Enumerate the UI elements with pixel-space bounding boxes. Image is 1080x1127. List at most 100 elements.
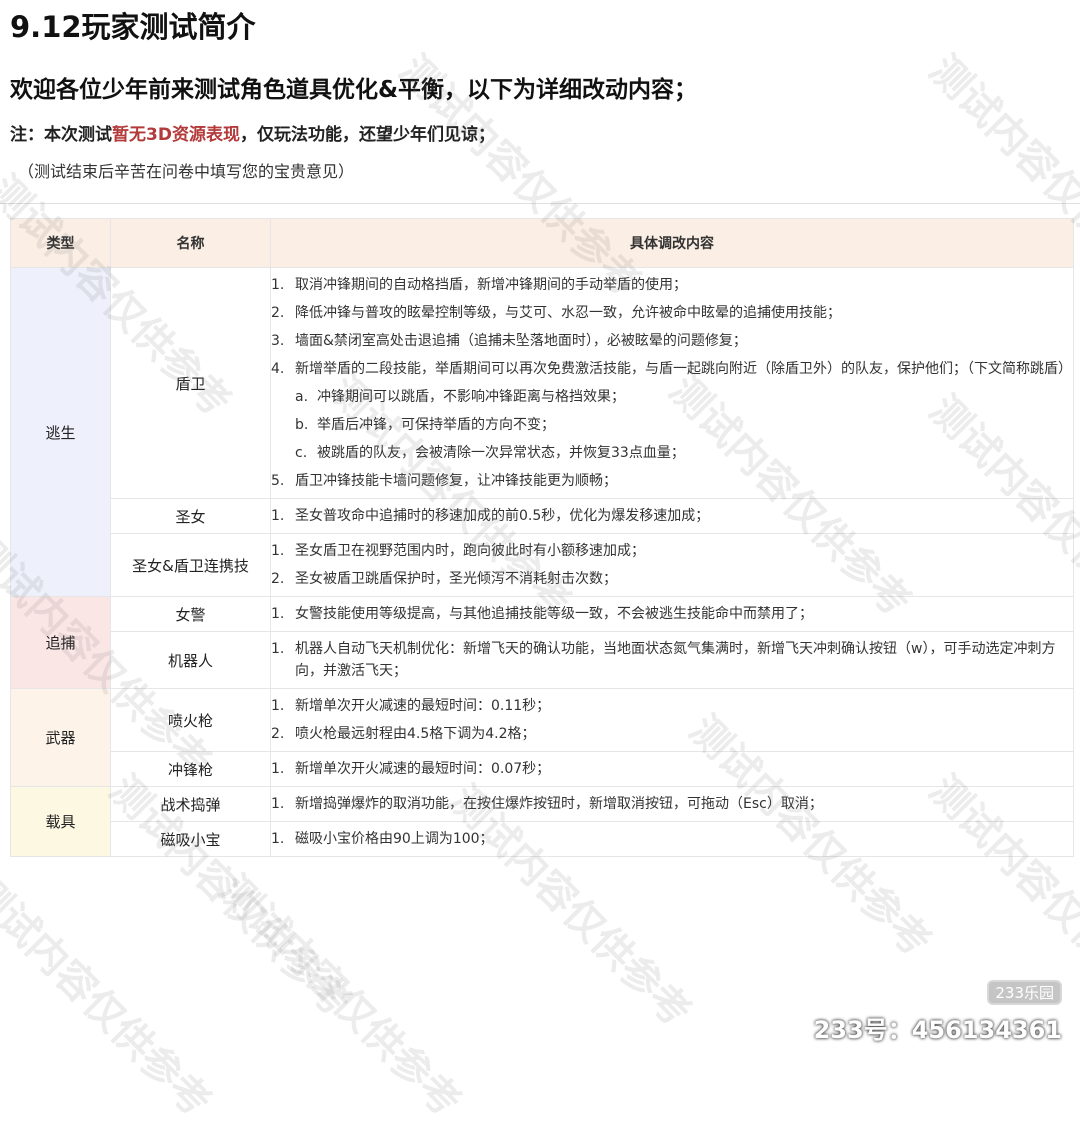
table-row: 圣女 1. 圣女普攻命中追捕时的移速加成的前0.5秒，优化为爆发移速加成；: [11, 498, 1074, 534]
detail-item: 2. 降低冲锋与普攻的眩晕控制等级，与艾可、水忍一致，允许被命中眩晕的追捕使用技能…: [271, 302, 1073, 324]
item-text: 举盾后冲锋，可保持举盾的方向不变；: [317, 417, 555, 433]
intro-heading: 欢迎各位少年前来测试角色道具优化&平衡，以下为详细改动内容；: [10, 77, 698, 103]
table-row: 机器人 1. 机器人自动飞天机制优化：新增飞天的确认功能，当地面状态氮气集满时，新增…: [11, 631, 1074, 689]
type-cell: 追捕: [10, 596, 111, 689]
item-text: 盾卫冲锋技能卡墙问题修复，让冲锋技能更为顺畅；: [295, 473, 617, 489]
detail-cell: 1. 取消冲锋期间的自动格挡盾，新增冲锋期间的手动举盾的使用； 2. 降低冲锋与普攻的…: [270, 267, 1074, 499]
item-number: 1.: [271, 761, 285, 777]
detail-cell: 1. 磁吸小宝价格由90上调为100；: [270, 821, 1074, 857]
item-number: 3.: [271, 333, 285, 349]
name-cell: 喷火枪: [110, 688, 271, 752]
item-number: 2.: [271, 305, 285, 321]
table-row: 追捕 女警 1. 女警技能使用等级提高，与其他追捕技能等级一致，不会被逃生技能命中而禁…: [10, 596, 1074, 689]
table-row: 圣女&盾卫连携技 1. 圣女盾卫在视野范围内时，跑向彼此时有小额移速加成； 2. 圣女被…: [11, 533, 1074, 597]
item-number: 2.: [271, 571, 285, 587]
item-number: 1.: [271, 698, 285, 714]
detail-item: 1. 新增单次开火减速的最短时间：0.07秒；: [271, 758, 1073, 780]
note-prefix: 注：本次测试: [10, 125, 112, 145]
name-cell: 女警: [110, 596, 271, 632]
survey-note: （测试结束后辛苦在问卷中填写您的宝贵意见）: [18, 162, 355, 181]
header-type: 类型: [10, 218, 111, 268]
name-cell: 冲锋枪: [110, 751, 271, 787]
detail-cell: 1. 新增捣弹爆炸的取消功能，在按住爆炸按钮时，新增取消按钮，可拖动（Esc）取消…: [270, 786, 1074, 822]
item-text: 女警技能使用等级提高，与其他追捕技能等级一致，不会被逃生技能命中而禁用了；: [295, 606, 813, 622]
detail-item: 1. 圣女普攻命中追捕时的移速加成的前0.5秒，优化为爆发移速加成；: [271, 505, 1073, 527]
item-text: 新增单次开火减速的最短时间：0.07秒；: [295, 761, 551, 777]
name-cell: 圣女&盾卫连携技: [110, 533, 271, 597]
item-number: 1.: [271, 277, 285, 293]
type-cell: 武器: [10, 688, 111, 787]
divider: [0, 203, 1080, 204]
detail-item: 1. 取消冲锋期间的自动格挡盾，新增冲锋期间的手动举盾的使用；: [271, 274, 1073, 296]
item-text: 圣女盾卫在视野范围内时，跑向彼此时有小额移速加成；: [295, 543, 645, 559]
name-cell: 战术捣弹: [110, 786, 271, 822]
name-cell: 磁吸小宝: [110, 821, 271, 857]
item-number: 1.: [271, 641, 285, 657]
table-row: 武器 喷火枪 1. 新增单次开火减速的最短时间：0.11秒； 2. 喷火枪最远射程由4.5…: [10, 688, 1074, 787]
table-row: 冲锋枪 1. 新增单次开火减速的最短时间：0.07秒；: [11, 751, 1074, 787]
item-number: b.: [295, 417, 309, 433]
item-number: 5.: [271, 473, 285, 489]
name-cell: 盾卫: [110, 267, 271, 499]
note-highlight: 暂无3D资源表现: [112, 125, 240, 145]
test-note: 注：本次测试暂无3D资源表现，仅玩法功能，还望少年们见谅；: [10, 120, 495, 145]
detail-item: 2. 喷火枪最远射程由4.5格下调为4.2格；: [271, 723, 1073, 745]
item-text: 墙面&禁闭室高处击退追捕（追捕未坠落地面时），必被眩晕的问题修复；: [295, 333, 747, 349]
table-body: 逃生 盾卫 1. 取消冲锋期间的自动格挡盾，新增冲锋期间的手动举盾的使用； 2. 降低冲锋…: [10, 267, 1074, 857]
detail-subitem: a. 冲锋期间可以跳盾，不影响冲锋距离与格挡效果；: [295, 386, 1073, 408]
item-number: 1.: [271, 543, 285, 559]
item-number: 1.: [271, 831, 285, 847]
detail-item: 2. 圣女被盾卫跳盾保护时，圣光倾泻不消耗射击次数；: [271, 568, 1073, 590]
site-logo-badge: 233乐园: [987, 980, 1062, 1005]
detail-cell: 1. 新增单次开火减速的最短时间：0.07秒；: [270, 751, 1074, 787]
item-number: 1.: [271, 606, 285, 622]
detail-item: 5. 盾卫冲锋技能卡墙问题修复，让冲锋技能更为顺畅；: [271, 470, 1073, 492]
header-detail: 具体调改内容: [270, 218, 1074, 268]
table-header-row: 类型 名称 具体调改内容: [10, 218, 1074, 268]
name-cell: 圣女: [110, 498, 271, 534]
detail-item: 4. 新增举盾的二段技能，举盾期间可以再次免费激活技能，与盾一起跳向附近（除盾卫外…: [271, 358, 1073, 380]
table-row: 载具 战术捣弹 1. 新增捣弹爆炸的取消功能，在按住爆炸按钮时，新增取消按钮，可拖动（…: [10, 786, 1074, 857]
type-cell: 逃生: [10, 267, 111, 597]
item-number: 2.: [271, 726, 285, 742]
item-text: 机器人自动飞天机制优化：新增飞天的确认功能，当地面状态氮气集满时，新增飞天冲刺确…: [295, 641, 1056, 679]
account-id: 233号：456134361: [813, 1016, 1062, 1044]
detail-subitem: c. 被跳盾的队友，会被清除一次异常状态，并恢复33点血量；: [295, 442, 1073, 464]
item-number: 1.: [271, 508, 285, 524]
detail-subitem: b. 举盾后冲锋，可保持举盾的方向不变；: [295, 414, 1073, 436]
detail-cell: 1. 圣女盾卫在视野范围内时，跑向彼此时有小额移速加成； 2. 圣女被盾卫跳盾保护时，…: [270, 533, 1074, 597]
header-name: 名称: [110, 218, 271, 268]
item-text: 新增单次开火减速的最短时间：0.11秒；: [295, 698, 551, 714]
item-number: c.: [295, 445, 308, 461]
item-text: 圣女普攻命中追捕时的移速加成的前0.5秒，优化为爆发移速加成；: [295, 508, 710, 524]
page-title: 9.12玩家测试简介: [10, 10, 256, 44]
item-number: 4.: [271, 361, 285, 377]
item-text: 冲锋期间可以跳盾，不影响冲锋距离与格挡效果；: [317, 389, 625, 405]
detail-item: 1. 磁吸小宝价格由90上调为100；: [271, 828, 1073, 850]
type-cell: 载具: [10, 786, 111, 857]
table-row: 磁吸小宝 1. 磁吸小宝价格由90上调为100；: [11, 821, 1074, 857]
name-cell: 机器人: [110, 631, 271, 689]
table-row: 逃生 盾卫 1. 取消冲锋期间的自动格挡盾，新增冲锋期间的手动举盾的使用； 2. 降低冲锋…: [10, 267, 1074, 597]
item-text: 喷火枪最远射程由4.5格下调为4.2格；: [295, 726, 536, 742]
item-text: 圣女被盾卫跳盾保护时，圣光倾泻不消耗射击次数；: [295, 571, 617, 587]
detail-item: 1. 新增捣弹爆炸的取消功能，在按住爆炸按钮时，新增取消按钮，可拖动（Esc）取消…: [271, 793, 1073, 815]
item-number: a.: [295, 389, 309, 405]
note-suffix: ，仅玩法功能，还望少年们见谅；: [239, 125, 495, 145]
detail-item: 1. 女警技能使用等级提高，与其他追捕技能等级一致，不会被逃生技能命中而禁用了；: [271, 603, 1073, 625]
item-text: 降低冲锋与普攻的眩晕控制等级，与艾可、水忍一致，允许被命中眩晕的追捕使用技能；: [295, 305, 841, 321]
detail-item: 3. 墙面&禁闭室高处击退追捕（追捕未坠落地面时），必被眩晕的问题修复；: [271, 330, 1073, 352]
detail-item: 1. 新增单次开火减速的最短时间：0.11秒；: [271, 695, 1073, 717]
changes-table: 类型 名称 具体调改内容 逃生 盾卫 1. 取消冲锋期间的自动格挡盾，新增冲锋期间的手…: [10, 218, 1074, 857]
item-text: 新增举盾的二段技能，举盾期间可以再次免费激活技能，与盾一起跳向附近（除盾卫外）的…: [295, 361, 1072, 377]
detail-cell: 1. 女警技能使用等级提高，与其他追捕技能等级一致，不会被逃生技能命中而禁用了；: [270, 596, 1074, 632]
item-text: 取消冲锋期间的自动格挡盾，新增冲锋期间的手动举盾的使用；: [295, 277, 687, 293]
item-number: 1.: [271, 796, 285, 812]
watermark-text: 测试内容仅供参考: [210, 867, 470, 1126]
detail-item: 1. 圣女盾卫在视野范围内时，跑向彼此时有小额移速加成；: [271, 540, 1073, 562]
watermark-text: 测试内容仅供参考: [0, 867, 220, 1126]
detail-cell: 1. 圣女普攻命中追捕时的移速加成的前0.5秒，优化为爆发移速加成；: [270, 498, 1074, 534]
detail-item: 1. 机器人自动飞天机制优化：新增飞天的确认功能，当地面状态氮气集满时，新增飞天冲…: [271, 638, 1073, 682]
detail-cell: 1. 机器人自动飞天机制优化：新增飞天的确认功能，当地面状态氮气集满时，新增飞天冲…: [270, 631, 1074, 689]
detail-cell: 1. 新增单次开火减速的最短时间：0.11秒； 2. 喷火枪最远射程由4.5格下调为4…: [270, 688, 1074, 752]
